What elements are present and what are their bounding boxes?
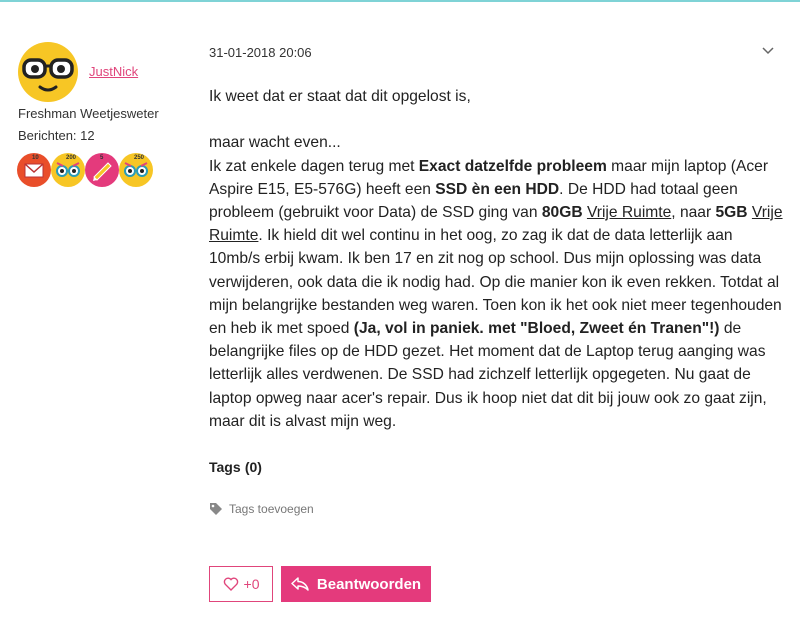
post-timestamp: 31-01-2018 20:06	[209, 45, 312, 60]
badge[interactable]: 200	[50, 152, 86, 188]
badge-count: 250	[134, 155, 145, 161]
add-tags-link[interactable]: Tags toevoegen	[209, 502, 314, 516]
chevron-down-icon	[762, 47, 774, 55]
nerd-face-icon	[18, 42, 78, 102]
avatar[interactable]	[18, 42, 78, 102]
badge-count: 200	[66, 155, 77, 161]
badge-count: 5	[100, 155, 104, 161]
underlined-text: Vrije Ruimte	[586, 204, 672, 221]
reply-arrow-icon	[291, 577, 309, 591]
bold-text: 5GB	[715, 204, 748, 221]
bold-text: 80GB	[541, 204, 583, 221]
tags-count: (0)	[244, 459, 262, 475]
tags-heading: Tags (0)	[209, 459, 262, 476]
post-body: Ik weet dat er staat dat dit opgelost is…	[209, 85, 787, 433]
post-options-button[interactable]	[760, 42, 776, 58]
tags-label: Tags	[209, 459, 241, 475]
text-span: , naar	[671, 204, 716, 221]
reply-label: Beantwoorden	[316, 575, 422, 593]
post-paragraph: maar wacht even...	[209, 134, 341, 152]
add-tags-label: Tags toevoegen	[229, 502, 314, 516]
like-button[interactable]: +0	[209, 566, 273, 602]
badge-count: 10	[32, 155, 39, 161]
author-posts-count: Berichten: 12	[18, 128, 95, 143]
post-paragraph: Ik zat enkele dagen terug met Exact datz…	[209, 155, 787, 433]
author-username[interactable]: JustNick	[89, 64, 138, 79]
badge[interactable]: 5	[84, 152, 120, 188]
badge-list: 10 200 5 250	[16, 152, 154, 188]
heart-icon	[223, 577, 238, 591]
reply-button[interactable]: Beantwoorden	[281, 566, 431, 602]
author-rank: Freshman Weetjesweter	[18, 106, 159, 121]
post-paragraph: Ik weet dat er staat dat dit opgelost is…	[209, 88, 471, 105]
bold-text: SSD èn een HDD	[435, 180, 560, 198]
tag-icon	[210, 503, 222, 515]
bold-text: Exact datzelfde probleem	[418, 157, 607, 175]
bold-text: (Ja, vol in paniek. met "Bloed, Zweet én…	[353, 320, 720, 338]
text-span: Ik zat enkele dagen terug met	[209, 157, 419, 175]
badge[interactable]: 250	[118, 152, 154, 188]
badge[interactable]: 10	[16, 152, 52, 188]
like-count: +0	[243, 576, 260, 592]
forum-post: JustNick Freshman Weetjesweter Berichten…	[0, 2, 800, 620]
